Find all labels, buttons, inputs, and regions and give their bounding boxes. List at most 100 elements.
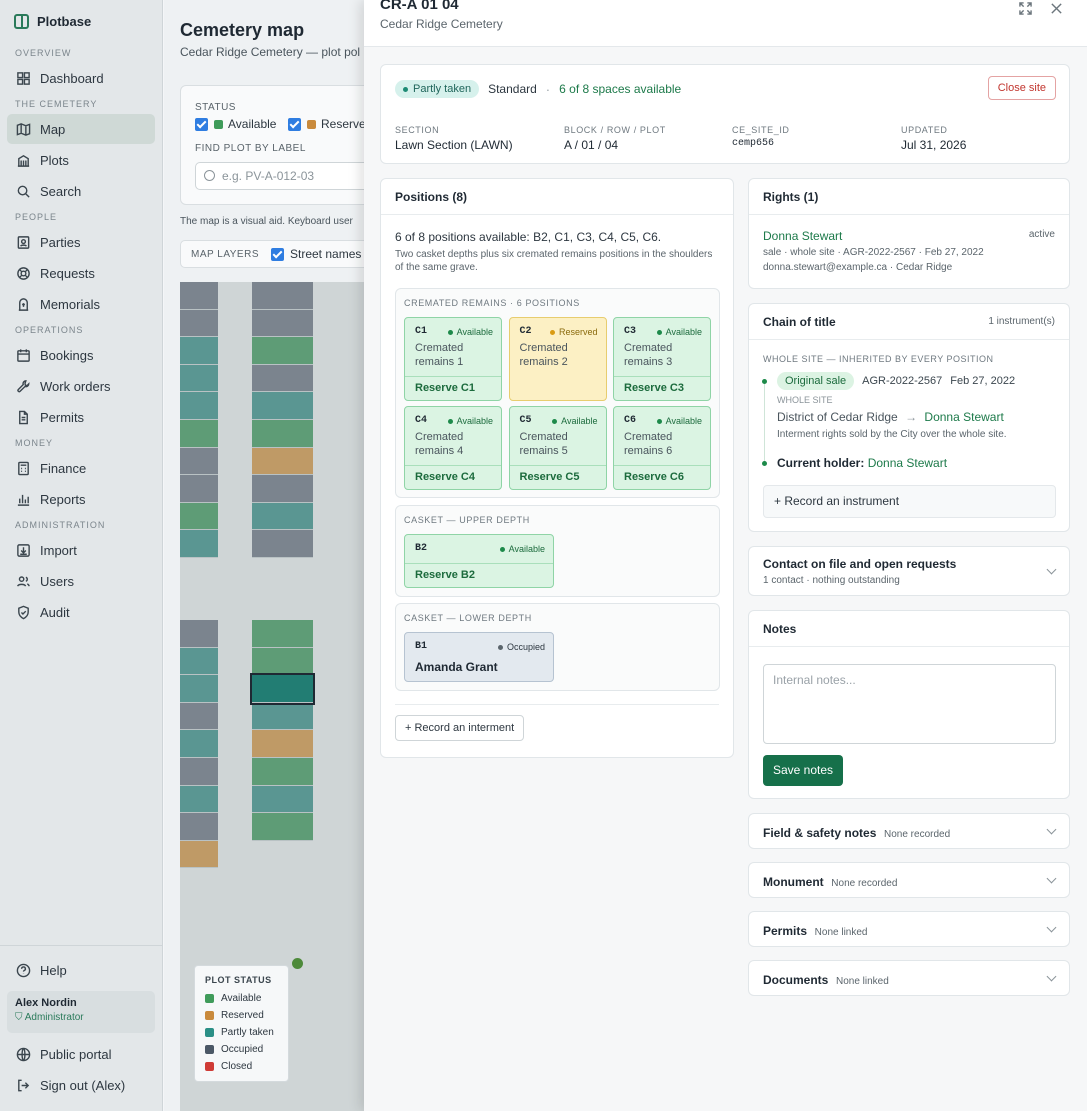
chain-of-title-card: Chain of title 1 instrument(s) WHOLE SIT…: [748, 303, 1070, 532]
position-c2[interactable]: C2 Reserved Cremated remains 2: [508, 317, 607, 401]
position-c1[interactable]: C1 Available Cremated remains 1 Reserve …: [404, 317, 502, 401]
map-plot[interactable]: [180, 337, 218, 365]
map-plot[interactable]: [252, 447, 313, 476]
map-plot[interactable]: [180, 730, 218, 758]
section-value: Lawn Section (LAWN): [395, 138, 513, 152]
reserve-b2-button[interactable]: Reserve B2: [405, 563, 553, 587]
sidebar-item-audit[interactable]: Audit: [7, 597, 155, 627]
map-plot[interactable]: [252, 647, 313, 676]
current-holder-link[interactable]: Donna Stewart: [868, 456, 947, 470]
map-plot[interactable]: [180, 364, 218, 393]
map-plot[interactable]: [252, 502, 313, 531]
sidebar-item-permits[interactable]: Permits: [7, 402, 155, 432]
reserve-c5-button[interactable]: Reserve C5: [509, 465, 606, 489]
map-plot[interactable]: [180, 282, 218, 310]
map-plot[interactable]: [180, 675, 218, 703]
map-plot[interactable]: [252, 530, 313, 558]
street-names-checkbox[interactable]: Street names: [271, 247, 361, 261]
record-instrument-button[interactable]: + Record an instrument: [763, 485, 1056, 518]
map-plot[interactable]: [180, 702, 218, 731]
record-interment-button[interactable]: + Record an interment: [395, 715, 525, 741]
field-safety-notes-section[interactable]: Field & safety notes None recorded: [748, 813, 1070, 849]
user-card[interactable]: Alex Nordin ⛉ Administrator: [7, 991, 155, 1033]
sidebar-item-plots[interactable]: Plots: [7, 145, 155, 175]
sidebar-item-requests[interactable]: Requests: [7, 258, 155, 288]
find-plot-input[interactable]: e.g. PV-A-012-03: [195, 162, 364, 190]
map-plot[interactable]: [180, 758, 218, 786]
search-icon: [15, 183, 31, 199]
sidebar-item-search[interactable]: Search: [7, 176, 155, 206]
position-code: C3: [624, 326, 637, 337]
close-icon[interactable]: [1047, 0, 1065, 16]
map-plot[interactable]: [180, 502, 218, 531]
permits-section[interactable]: Permits None linked: [748, 911, 1070, 947]
map-plot[interactable]: [180, 647, 218, 676]
map-plot[interactable]: [252, 337, 313, 365]
map-plot[interactable]: [180, 840, 218, 869]
sidebar-item-bookings[interactable]: Bookings: [7, 340, 155, 370]
file-icon: [15, 409, 31, 425]
transfer-to-link[interactable]: Donna Stewart: [924, 410, 1003, 424]
sidebar-item-reports[interactable]: Reports: [7, 484, 155, 514]
sign-out-link[interactable]: Sign out (Alex): [7, 1070, 155, 1100]
legend-swatch: [205, 1045, 214, 1054]
map-marker[interactable]: [292, 958, 303, 969]
map-plot[interactable]: [180, 447, 218, 476]
sidebar-item-parties[interactable]: Parties: [7, 227, 155, 257]
map-plot[interactable]: [252, 730, 313, 758]
map-plot[interactable]: [180, 475, 218, 503]
map-plot[interactable]: [252, 475, 313, 503]
help-link[interactable]: Help: [7, 955, 155, 985]
documents-section[interactable]: Documents None linked: [748, 960, 1070, 996]
position-status: Available: [500, 544, 545, 554]
sidebar-item-dashboard[interactable]: Dashboard: [7, 63, 155, 93]
position-c5[interactable]: C5 Available Cremated remains 5 Reserve …: [508, 406, 607, 490]
sidebar-item-finance[interactable]: Finance: [7, 453, 155, 483]
expand-icon[interactable]: [1016, 0, 1034, 16]
position-c4[interactable]: C4 Available Cremated remains 4 Reserve …: [404, 406, 502, 490]
contact-requests-card[interactable]: Contact on file and open requests 1 cont…: [748, 546, 1070, 596]
selected-map-plot[interactable]: [250, 673, 315, 705]
filter-available-checkbox[interactable]: Available: [195, 117, 276, 131]
map-plot[interactable]: [252, 420, 313, 448]
role-shield-icon: ⛉: [15, 1012, 25, 1023]
save-notes-button[interactable]: Save notes: [763, 755, 844, 786]
position-b2[interactable]: B2 Available Reserve B2: [404, 534, 554, 588]
close-site-button[interactable]: Close site: [987, 76, 1056, 100]
map-plot[interactable]: [180, 392, 218, 420]
map-plot[interactable]: [252, 282, 313, 310]
map-plot[interactable]: [180, 620, 218, 648]
reserve-c6-button[interactable]: Reserve C6: [614, 465, 710, 489]
rights-details: sale · whole site · AGR-2022-2567 · Feb …: [763, 247, 984, 258]
reserve-c1-button[interactable]: Reserve C1: [405, 376, 501, 400]
map-plot[interactable]: [252, 392, 313, 420]
map-plot[interactable]: [252, 785, 313, 814]
map-plot[interactable]: [180, 785, 218, 814]
map-plot[interactable]: [180, 813, 218, 841]
map-plot[interactable]: [252, 702, 313, 731]
brand[interactable]: Plotbase: [0, 0, 162, 42]
position-c6[interactable]: C6 Available Cremated remains 6 Reserve …: [613, 406, 711, 490]
map-plot[interactable]: [252, 813, 313, 841]
map-plot[interactable]: [180, 309, 218, 338]
map-plot[interactable]: [180, 530, 218, 558]
filter-reserved-checkbox[interactable]: Reserve: [288, 117, 364, 131]
notes-textarea[interactable]: Internal notes...: [763, 664, 1056, 744]
map-plot[interactable]: [252, 620, 313, 648]
sidebar-item-work-orders[interactable]: Work orders: [7, 371, 155, 401]
sidebar-item-map[interactable]: Map: [7, 114, 155, 144]
reserve-c3-button[interactable]: Reserve C3: [614, 376, 710, 400]
public-portal-link[interactable]: Public portal: [7, 1039, 155, 1069]
sidebar-item-users[interactable]: Users: [7, 566, 155, 596]
sidebar-item-import[interactable]: Import: [7, 535, 155, 565]
reserve-c4-button[interactable]: Reserve C4: [405, 465, 501, 489]
position-c3[interactable]: C3 Available Cremated remains 3 Reserve …: [613, 317, 711, 401]
position-b1[interactable]: B1 Occupied Amanda Grant: [404, 632, 554, 682]
monument-section[interactable]: Monument None recorded: [748, 862, 1070, 898]
sidebar-item-memorials[interactable]: Memorials: [7, 289, 155, 319]
map-plot[interactable]: [252, 758, 313, 786]
map-plot[interactable]: [252, 364, 313, 393]
map-plot[interactable]: [252, 309, 313, 338]
map-plot[interactable]: [180, 420, 218, 448]
rights-holder-link[interactable]: Donna Stewart: [763, 229, 842, 243]
